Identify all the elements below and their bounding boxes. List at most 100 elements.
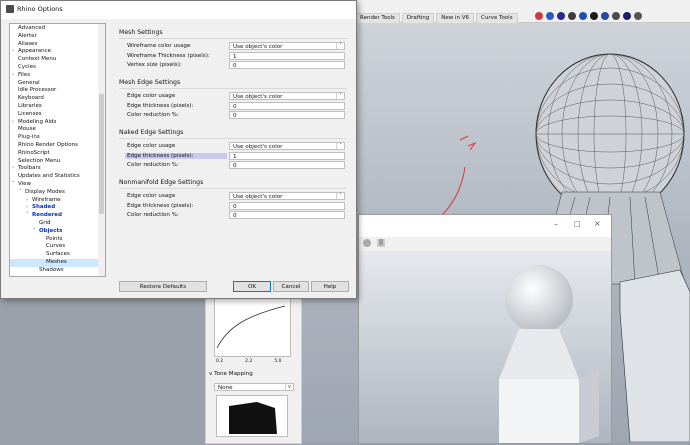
tree-item[interactable]: › Toolbars	[12, 165, 41, 173]
setting-label: Vertex size (pixels):	[127, 62, 182, 68]
color-usage-select[interactable]: Use object's color ˅	[229, 42, 345, 50]
numeric-input[interactable]: 0	[229, 211, 345, 219]
display-mode-icon[interactable]	[634, 12, 642, 20]
app-tab[interactable]: Curve Tools	[476, 13, 518, 23]
display-mode-icon[interactable]	[623, 12, 631, 20]
color-usage-select[interactable]: Use object's color ˅	[229, 192, 345, 200]
record-icon[interactable]	[363, 239, 371, 247]
tree-item[interactable]: Aliases	[12, 41, 37, 49]
curve-ticks: 0.2 2.2 5.0	[216, 359, 282, 364]
setting-label: Edge color usage	[127, 143, 176, 149]
tree-item-label: Modeling Aids	[18, 118, 57, 125]
curve-graph	[214, 297, 291, 357]
tree-item[interactable]: Curves	[40, 243, 65, 251]
numeric-input[interactable]: 1	[229, 51, 345, 60]
tree-item[interactable]: Mouse	[12, 126, 36, 134]
tree-item[interactable]: Advanced	[12, 25, 45, 33]
display-mode-icon[interactable]	[546, 12, 554, 20]
app-tab[interactable]: Drafting	[401, 13, 435, 23]
minimize-icon[interactable]: –	[554, 220, 558, 229]
setting-label: Edge thickness (pixels):	[125, 152, 227, 159]
app-tab[interactable]: New in V6	[436, 13, 475, 23]
display-mode-icon[interactable]	[579, 12, 587, 20]
tree-item-label: Points	[46, 235, 63, 242]
numeric-input[interactable]: 0	[229, 161, 345, 169]
secondary-viewport-window[interactable]: – □ × ||	[358, 214, 612, 444]
tree-item[interactable]: Libraries	[12, 103, 42, 111]
tree-item[interactable]: ˅ Objects	[33, 228, 62, 236]
color-usage-select[interactable]: Use object's color ˅	[229, 92, 345, 100]
numeric-input[interactable]: 0	[229, 101, 345, 110]
setting-label: Wireframe Thickness (pixels):	[127, 52, 210, 59]
dialog-titlebar[interactable]: Rhino Options	[1, 1, 356, 19]
select-value: Use object's color	[233, 194, 283, 200]
tree-item[interactable]: Cycles	[12, 64, 36, 72]
tree-item[interactable]: Plug-ins	[12, 134, 40, 142]
tree-item[interactable]: ˅ Display Modes	[19, 189, 65, 197]
input-value: 1	[233, 153, 237, 160]
tree-item[interactable]: Context Menu	[12, 56, 56, 64]
tree-item-label: Mouse	[18, 126, 36, 133]
section-title: Mesh Settings	[119, 29, 163, 36]
tree-item[interactable]: Licenses	[12, 111, 42, 119]
tree-item[interactable]: Selection Menu	[12, 158, 60, 166]
histogram	[216, 395, 288, 437]
tree-item[interactable]: Idle Processor	[12, 87, 56, 95]
tree-item[interactable]: › Appearance	[12, 48, 51, 56]
display-mode-icon[interactable]	[568, 12, 576, 20]
tree-item[interactable]: Keyboard	[12, 95, 44, 103]
pause-icon[interactable]: ||	[377, 239, 385, 247]
help-button[interactable]: Help	[311, 281, 349, 292]
display-mode-icon[interactable]	[557, 12, 565, 20]
display-mode-icon[interactable]	[612, 12, 620, 20]
ok-button[interactable]: OK	[233, 281, 271, 292]
tone-mapping-header[interactable]: v Tone Mapping	[209, 371, 253, 377]
numeric-input[interactable]: 1	[229, 151, 345, 160]
color-usage-select[interactable]: Use object's color ˅	[229, 142, 345, 150]
tree-item[interactable]: RhinoScript	[12, 150, 50, 158]
tree-item[interactable]: Updates and Statistics	[12, 173, 80, 181]
scrollbar-thumb[interactable]	[99, 94, 104, 214]
window-titlebar[interactable]: – □ ×	[359, 215, 611, 237]
display-mode-icon[interactable]	[590, 12, 598, 20]
restore-defaults-button[interactable]: Restore Defaults	[119, 281, 207, 292]
numeric-input[interactable]: 0	[229, 201, 345, 210]
app-tab[interactable]: Render Tools	[355, 13, 400, 23]
display-mode-icon[interactable]	[535, 12, 543, 20]
tree-item[interactable]: Points	[40, 236, 63, 244]
section-title: Tone Mapping	[214, 371, 253, 377]
tree-item[interactable]: › Wireframe	[26, 197, 61, 205]
tree-item[interactable]: › Files	[12, 72, 30, 80]
tree-item-label: Cycles	[18, 64, 36, 70]
setting-label: Edge color usage	[127, 93, 176, 99]
tree-item[interactable]: ˅ View	[12, 181, 31, 189]
tree-item[interactable]: Surfaces	[40, 251, 70, 259]
tree-item[interactable]: › Modeling Aids	[12, 119, 56, 127]
tree-item[interactable]: Grid	[33, 220, 51, 228]
rendered-box	[499, 369, 599, 443]
section-divider	[119, 88, 347, 89]
section-divider	[119, 138, 347, 139]
display-mode-icon[interactable]	[601, 12, 609, 20]
tree-item-label: Plug-ins	[18, 134, 40, 141]
cancel-button[interactable]: Cancel	[273, 281, 309, 292]
tone-mapping-select[interactable]: None v	[214, 383, 294, 391]
numeric-input[interactable]: 0	[229, 111, 345, 119]
tree-item-label: Rhino Render Options	[18, 142, 78, 148]
render-view[interactable]	[359, 251, 611, 443]
tree-item[interactable]: Meshes	[10, 259, 105, 267]
tree-item-label: Updates and Statistics	[18, 173, 80, 180]
tree-item[interactable]: Shadows	[33, 267, 64, 275]
tree-item[interactable]: General	[12, 80, 40, 88]
numeric-input[interactable]: 0	[229, 61, 345, 69]
app-tab-strip: Render Tools Drafting New in V6 Curve Tools	[355, 13, 518, 23]
maximize-icon[interactable]: □	[574, 220, 581, 228]
tree-scrollbar[interactable]	[98, 24, 105, 276]
close-icon[interactable]: ×	[594, 219, 601, 228]
tree-item[interactable]: Rhino Render Options	[12, 142, 78, 150]
tree-item[interactable]: Alerter	[12, 33, 37, 41]
options-tree[interactable]: Advanced Alerter Aliases › Appearance Context…	[9, 23, 106, 277]
section-divider	[119, 188, 347, 189]
render-properties-panel: 0.2 2.2 5.0 v Tone Mapping None v	[205, 290, 302, 444]
tree-item[interactable]: ˅ Rendered	[26, 212, 62, 220]
